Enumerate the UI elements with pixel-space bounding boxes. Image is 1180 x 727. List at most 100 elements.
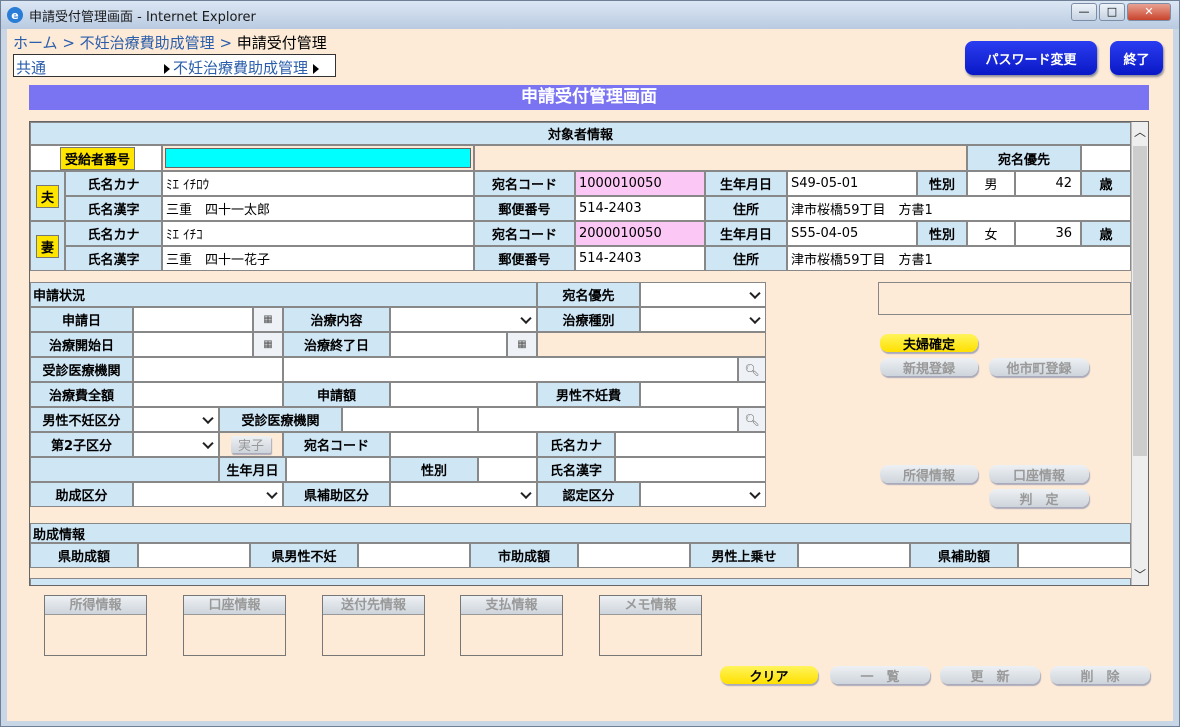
wife-addr-label: 住所 xyxy=(705,246,787,271)
treat-end-input[interactable] xyxy=(390,332,507,357)
grant-cat-select[interactable] xyxy=(133,482,283,507)
treat-content-label: 治療内容 xyxy=(283,307,390,332)
scroll-thumb[interactable] xyxy=(1133,146,1147,456)
fufu-confirm-button[interactable]: 夫婦確定 xyxy=(880,334,978,353)
husband-mark: 夫 xyxy=(35,184,59,208)
tab-account[interactable]: 口座情報 xyxy=(183,595,286,656)
grant-cat-label: 助成区分 xyxy=(30,482,133,507)
hospital2-code-input[interactable] xyxy=(342,407,478,432)
browser-window: e 申請受付管理画面 - Internet Explorer — □ ✕ ホーム… xyxy=(0,0,1180,727)
real-child-button[interactable]: 実子 xyxy=(231,436,271,454)
recipient-number-label: 受給者番号 xyxy=(59,146,135,170)
wife-zip-value: 514-2403 xyxy=(575,246,705,271)
tab-destination-label[interactable]: 送付先情報 xyxy=(323,596,424,615)
exit-button[interactable]: 終了 xyxy=(1110,41,1163,75)
wife-addr-value: 津市桜橋59丁目 方書1 xyxy=(787,246,1131,271)
child-kanji-input[interactable] xyxy=(615,457,766,482)
apply-date-input[interactable] xyxy=(133,307,253,332)
tab-payment[interactable]: 支払情報 xyxy=(460,595,563,656)
city-grant-input[interactable] xyxy=(578,543,690,568)
wife-mark: 妻 xyxy=(35,234,59,258)
pref-cat-select[interactable] xyxy=(390,482,537,507)
hospital-label: 受診医療機関 xyxy=(30,357,133,382)
husband-kana-value: ﾐｴ ｲﾁﾛｳ xyxy=(162,171,474,196)
treat-type-select[interactable] xyxy=(640,307,766,332)
page-title: 申請受付管理画面 xyxy=(29,85,1149,110)
pref-grant-input[interactable] xyxy=(138,543,250,568)
grant-section-header: 助成情報 xyxy=(30,523,1131,543)
page-content: ホーム > 不妊治療費助成管理 > 申請受付管理 共通 不妊治療費助成管理 パス… xyxy=(7,29,1173,721)
husband-addr-label: 住所 xyxy=(705,196,787,221)
atena-yusen-label: 宛名優先 xyxy=(967,145,1081,171)
close-button[interactable]: ✕ xyxy=(1127,3,1171,21)
child-kana-input[interactable] xyxy=(615,432,766,457)
caret-right-icon xyxy=(312,63,319,74)
male-cat-label: 男性不妊区分 xyxy=(30,407,133,432)
treat-start-input[interactable] xyxy=(133,332,253,357)
menu-sub[interactable]: 不妊治療費助成管理 xyxy=(164,57,322,78)
pref-sub-input[interactable] xyxy=(1018,543,1131,568)
recipient-number-wrap xyxy=(162,145,474,171)
new-register-button[interactable]: 新規登録 xyxy=(880,358,978,377)
wife-sex-value: 女 xyxy=(967,221,1015,246)
total-cost-input[interactable] xyxy=(133,382,283,407)
tab-payment-label[interactable]: 支払情報 xyxy=(461,596,562,615)
update-button[interactable]: 更 新 xyxy=(940,666,1040,685)
delete-button[interactable]: 削 除 xyxy=(1050,666,1150,685)
tab-account-label[interactable]: 口座情報 xyxy=(184,596,285,615)
hospital-code-input[interactable] xyxy=(133,357,283,382)
maximize-button[interactable]: □ xyxy=(1099,3,1125,21)
list-button[interactable]: 一 覧 xyxy=(830,666,930,685)
tab-destination[interactable]: 送付先情報 xyxy=(322,595,425,656)
recipient-number-input[interactable] xyxy=(165,148,471,168)
child-sex-input[interactable] xyxy=(478,457,537,482)
male-cost-input[interactable] xyxy=(640,382,766,407)
pref-male-input[interactable] xyxy=(358,543,470,568)
hospital2-name-input[interactable] xyxy=(478,407,738,432)
child-birth-label: 生年月日 xyxy=(219,457,286,482)
treat-type-label: 治療種別 xyxy=(537,307,640,332)
breadcrumb-mid-link[interactable]: 不妊治療費助成管理 xyxy=(80,34,215,52)
husband-age-unit: 歳 xyxy=(1081,171,1131,196)
calendar-icon[interactable]: ▦ xyxy=(253,307,283,332)
breadcrumb-home-link[interactable]: ホーム xyxy=(13,34,58,52)
hospital-name-input[interactable] xyxy=(283,357,738,382)
husband-sex-label: 性別 xyxy=(917,171,967,196)
apply-amount-input[interactable] xyxy=(390,382,537,407)
treat-content-select[interactable] xyxy=(390,307,537,332)
atena-code-input[interactable] xyxy=(390,432,537,457)
calendar-icon[interactable]: ▦ xyxy=(507,332,537,357)
spacer-cell xyxy=(30,457,219,482)
wife-kana-value: ﾐｴ ｲﾁｺ xyxy=(162,221,474,246)
second-child-label: 第2子区分 xyxy=(30,432,133,457)
tab-income-label[interactable]: 所得情報 xyxy=(45,596,146,615)
cert-cat-select[interactable] xyxy=(640,482,766,507)
income-info-button[interactable]: 所得情報 xyxy=(880,465,978,484)
menu-common[interactable]: 共通 xyxy=(16,57,46,78)
scroll-down-icon[interactable]: ﹀ xyxy=(1132,565,1148,585)
total-cost-label: 治療費全額 xyxy=(30,382,133,407)
second-child-select[interactable] xyxy=(133,432,219,457)
atena-yusen-value[interactable] xyxy=(1081,145,1131,171)
tab-memo[interactable]: メモ情報 xyxy=(599,595,702,656)
next-section-header xyxy=(30,578,1131,585)
spacer-cell xyxy=(537,332,766,357)
judge-button[interactable]: 判 定 xyxy=(989,489,1089,508)
other-city-button[interactable]: 他市町登録 xyxy=(989,358,1089,377)
child-birth-input[interactable] xyxy=(286,457,390,482)
tab-income[interactable]: 所得情報 xyxy=(44,595,147,656)
wife-mark-cell: 妻 xyxy=(30,221,65,271)
scroll-up-icon[interactable]: ︿ xyxy=(1132,122,1148,142)
search-icon[interactable]: 🔍︎ xyxy=(738,407,766,432)
app-atena-yusen-select[interactable] xyxy=(640,282,766,307)
search-icon[interactable]: 🔍︎ xyxy=(738,357,766,382)
clear-button[interactable]: クリア xyxy=(720,666,818,685)
minimize-button[interactable]: — xyxy=(1071,3,1097,21)
password-change-button[interactable]: パスワード変更 xyxy=(965,41,1097,75)
calendar-icon[interactable]: ▦ xyxy=(253,332,283,357)
tab-memo-label[interactable]: メモ情報 xyxy=(600,596,701,615)
male-extra-input[interactable] xyxy=(798,543,910,568)
account-info-button[interactable]: 口座情報 xyxy=(989,465,1089,484)
male-cat-select[interactable] xyxy=(133,407,219,432)
vertical-scrollbar[interactable]: ︿ ﹀ xyxy=(1131,122,1148,585)
